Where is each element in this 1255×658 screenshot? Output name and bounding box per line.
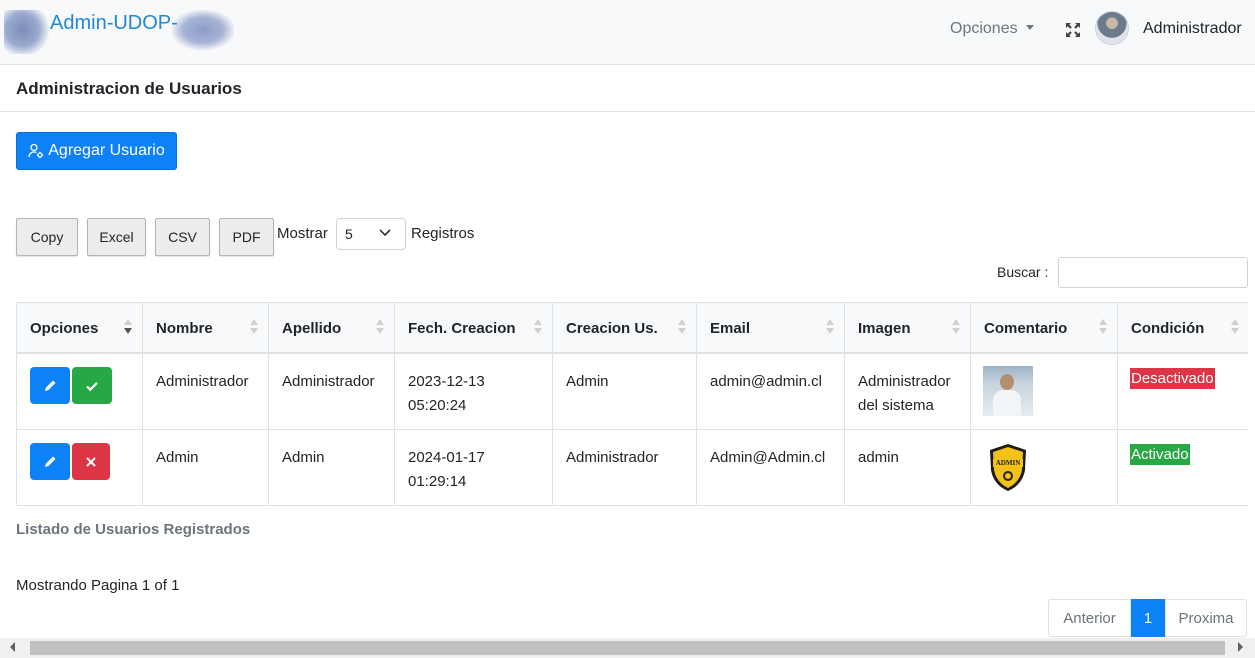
page-title: Administracion de Usuarios (16, 79, 242, 98)
chevron-down-icon (379, 229, 391, 237)
sort-icon (826, 319, 834, 337)
column-header-nombre[interactable]: Nombre (143, 303, 269, 352)
brand-decoration (172, 10, 234, 50)
creacion-cell: Administrador (553, 430, 697, 505)
actions-cell (17, 354, 143, 429)
table-header: Opciones Nombre Apellido Fech. Creacion … (17, 303, 1248, 354)
column-header-fecha[interactable]: Fech. Creacion (395, 303, 553, 352)
pagination-info: Mostrando Pagina 1 of 1 (16, 577, 180, 594)
excel-button[interactable]: Excel (87, 218, 146, 256)
brand-logo-icon (4, 10, 50, 54)
column-header-email[interactable]: Email (697, 303, 845, 352)
column-header-condicion[interactable]: Condición (1118, 303, 1248, 352)
user-avatar[interactable] (1096, 12, 1128, 44)
options-dropdown[interactable]: Opciones (950, 20, 1034, 38)
options-label: Opciones (950, 20, 1018, 37)
sort-icon (1231, 319, 1239, 337)
check-icon (86, 381, 98, 391)
apellido-cell: Administrador (269, 354, 395, 429)
next-page-button[interactable]: Proxima (1165, 599, 1247, 637)
scroll-right-icon[interactable] (1238, 642, 1243, 652)
page-1-button[interactable]: 1 (1131, 599, 1165, 637)
page-size-value: 5 (345, 226, 353, 242)
pencil-icon (45, 456, 56, 467)
column-header-opciones[interactable]: Opciones (17, 303, 143, 352)
scrollbar-thumb[interactable] (30, 641, 1225, 655)
show-label: Mostrar (277, 225, 328, 242)
add-user-button[interactable]: Agregar Usuario (16, 132, 177, 170)
email-cell: admin@admin.cl (697, 354, 845, 429)
csv-button[interactable]: CSV (155, 218, 210, 256)
search-input[interactable] (1058, 257, 1248, 288)
page-size-select[interactable]: 5 (336, 218, 406, 250)
comentario-cell (971, 354, 1118, 429)
comentario-cell: ADMIN (971, 430, 1118, 505)
pagination: Anterior 1 Proxima (1048, 599, 1247, 637)
fecha-cell: 2023-12-13 05:20:24 (395, 354, 553, 429)
svg-text:ADMIN: ADMIN (996, 459, 1021, 467)
deactivate-button[interactable] (72, 443, 110, 480)
condicion-cell: Desactivado (1118, 354, 1248, 429)
user-name[interactable]: Administrador (1143, 20, 1242, 38)
scroll-left-icon[interactable] (10, 642, 15, 652)
sort-icon (250, 319, 258, 337)
fecha-cell: 2024-01-17 01:29:14 (395, 430, 553, 505)
nombre-cell: Administrador (143, 354, 269, 429)
table-caption: Listado de Usuarios Registrados (16, 521, 251, 538)
brand-title: Admin-UDOP- (50, 12, 178, 34)
add-user-label: Agregar Usuario (48, 142, 165, 159)
caret-down-icon (1025, 25, 1034, 30)
column-header-apellido[interactable]: Apellido (269, 303, 395, 352)
copy-button[interactable]: Copy (16, 218, 78, 256)
user-gear-icon (28, 143, 44, 159)
users-table: Opciones Nombre Apellido Fech. Creacion … (16, 302, 1248, 506)
fullscreen-icon[interactable] (1065, 22, 1081, 38)
activate-button[interactable] (72, 367, 112, 404)
user-photo-thumbnail (983, 366, 1033, 416)
sort-icon (678, 319, 686, 337)
status-badge: Activado (1130, 444, 1190, 465)
imagen-cell: Administrador del sistema (845, 354, 971, 429)
search-label: Buscar : (997, 264, 1049, 280)
status-badge: Desactivado (1130, 368, 1215, 389)
sort-icon (534, 319, 542, 337)
horizontal-scrollbar[interactable] (0, 638, 1255, 658)
sort-icon (1099, 319, 1107, 337)
email-cell: Admin@Admin.cl (697, 430, 845, 505)
prev-page-button[interactable]: Anterior (1048, 599, 1131, 637)
top-navbar: Admin-UDOP- Opciones Administrador (0, 0, 1255, 65)
creacion-cell: Admin (553, 354, 697, 429)
pencil-icon (45, 380, 56, 391)
column-header-imagen[interactable]: Imagen (845, 303, 971, 352)
table-row: Administrador Administrador 2023-12-13 05… (17, 354, 1248, 430)
column-header-creacion[interactable]: Creacion Us. (553, 303, 697, 352)
nombre-cell: Admin (143, 430, 269, 505)
sort-icon (124, 319, 132, 337)
sort-icon (376, 319, 384, 337)
apellido-cell: Admin (269, 430, 395, 505)
table-row: Admin Admin 2024-01-17 01:29:14 Administr… (17, 430, 1248, 506)
pdf-button[interactable]: PDF (219, 218, 274, 256)
edit-button[interactable] (30, 443, 70, 480)
condicion-cell: Activado (1118, 430, 1248, 505)
card-header: Administracion de Usuarios (0, 66, 1255, 112)
edit-button[interactable] (30, 367, 70, 404)
column-header-comentario[interactable]: Comentario (971, 303, 1118, 352)
imagen-cell: admin (845, 430, 971, 505)
sort-icon (952, 319, 960, 337)
x-icon (86, 456, 96, 467)
actions-cell (17, 430, 143, 505)
admin-shield-logo: ADMIN (990, 444, 1026, 491)
brand-link[interactable]: Admin-UDOP- (4, 6, 234, 56)
records-label: Registros (411, 225, 475, 242)
